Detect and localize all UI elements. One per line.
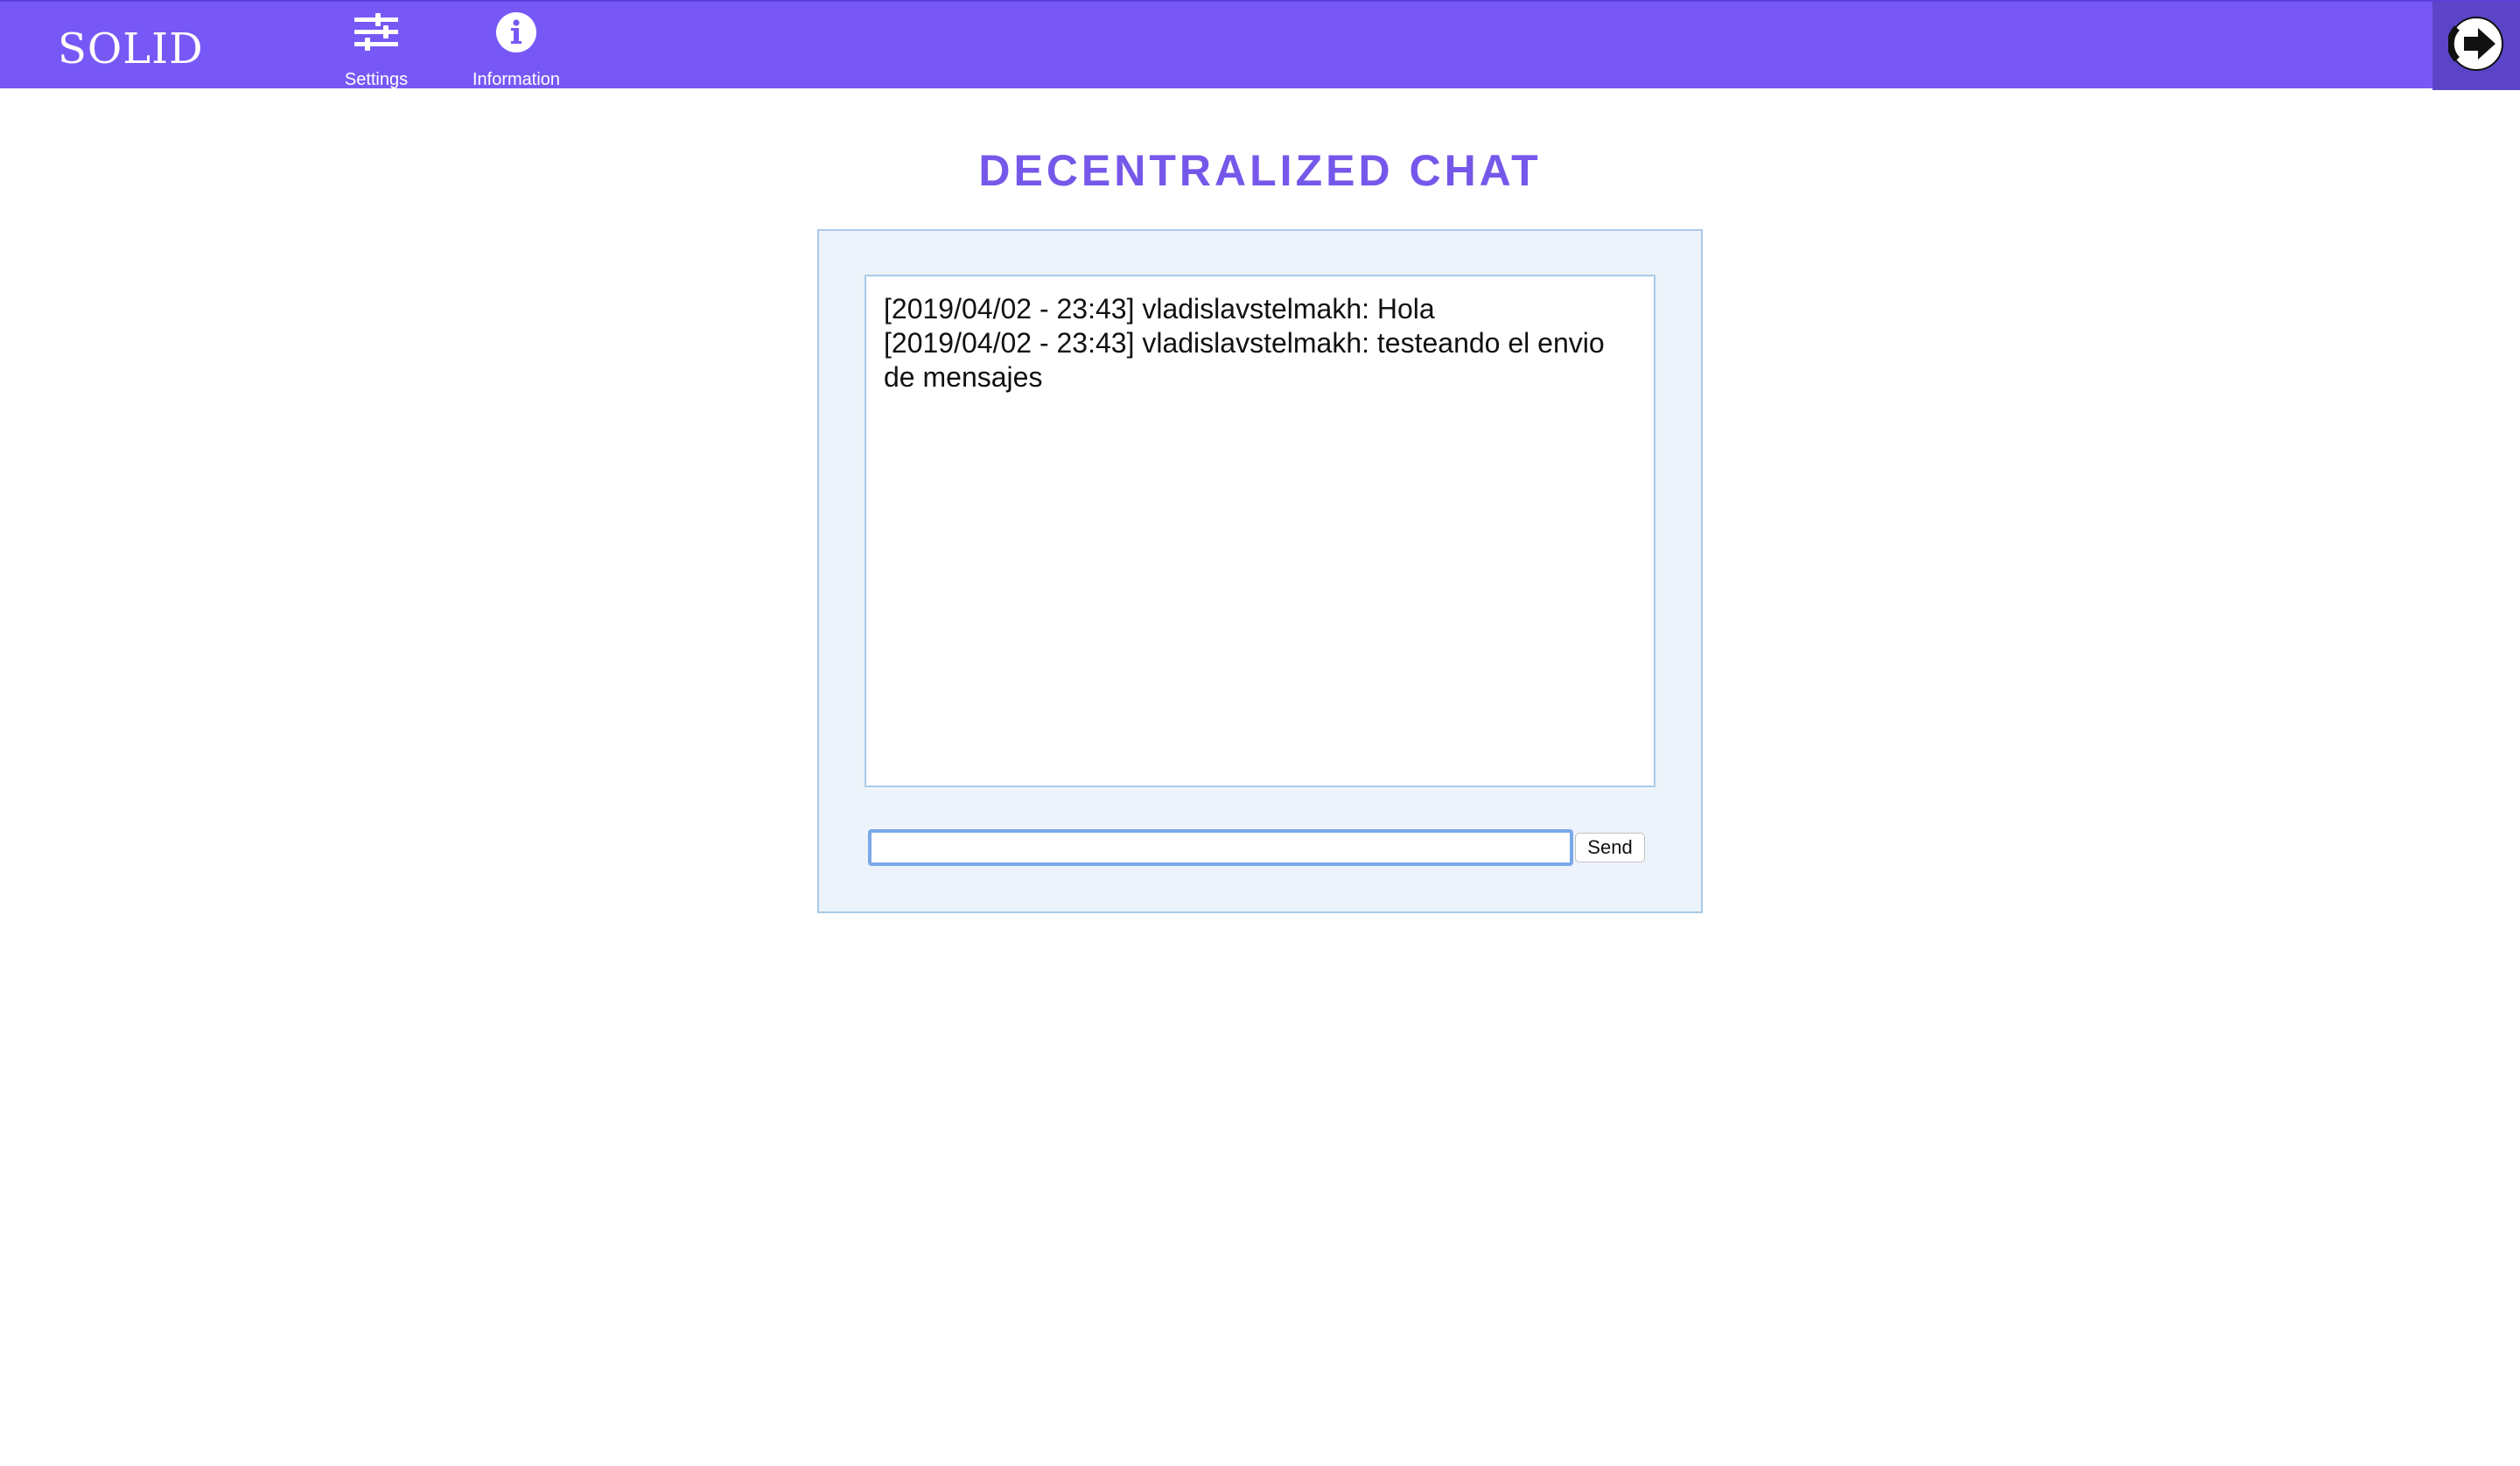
brand-logo[interactable]: SOLID: [58, 24, 204, 73]
nav-settings[interactable]: Settings: [332, 2, 420, 90]
chat-panel: [2019/04/02 - 23:43] vladislavstelmakh: …: [817, 229, 1703, 913]
nav-settings-label: Settings: [344, 70, 409, 89]
message-input[interactable]: [868, 829, 1573, 866]
nav-information[interactable]: Information: [464, 2, 569, 90]
message-list[interactable]: [2019/04/02 - 23:43] vladislavstelmakh: …: [864, 275, 1656, 787]
chat-message: [2019/04/02 - 23:43] vladislavstelmakh: …: [884, 293, 1435, 325]
info-icon: [493, 10, 540, 55]
nav-information-label: Information: [472, 70, 561, 89]
logout-button[interactable]: [2432, 2, 2520, 90]
top-navbar: SOLID Settings Information: [0, 0, 2520, 90]
send-button[interactable]: Send: [1575, 833, 1645, 862]
logout-icon: [2446, 16, 2504, 76]
page-title: DECENTRALIZED CHAT: [978, 146, 1542, 195]
sliders-icon: [353, 10, 400, 55]
chat-message: [2019/04/02 - 23:43] vladislavstelmakh: …: [884, 327, 1605, 393]
